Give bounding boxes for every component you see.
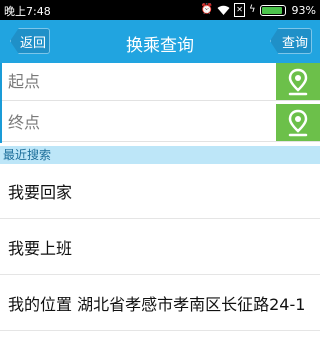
end-location-button[interactable]	[276, 104, 320, 141]
battery-fill	[261, 6, 282, 14]
input-accent-line	[0, 63, 2, 143]
alarm-icon: ⏰	[200, 4, 214, 15]
query-button[interactable]: 查询	[270, 28, 312, 54]
recent-item-work[interactable]: 我要上班	[0, 220, 320, 275]
list-item-label: 我要回家	[8, 183, 73, 202]
recent-item-my-location[interactable]: 我的位置 湖北省孝感市孝南区长征路24-1	[0, 276, 320, 331]
status-time: 晚上7:48	[4, 5, 51, 18]
location-pin-icon	[288, 109, 308, 136]
end-point-row	[0, 104, 320, 142]
end-point-input[interactable]	[0, 104, 272, 141]
start-point-input[interactable]	[0, 63, 272, 100]
status-bar: 晚上7:48 ⏰ ✕ ϟ 93%	[0, 0, 320, 20]
list-item-label: 我要上班	[8, 239, 73, 258]
recent-search-header: 最近搜索	[0, 146, 320, 164]
title-bar: 返回 换乘查询 查询	[0, 20, 320, 63]
battery-percentage: 93%	[291, 3, 316, 17]
status-icons: ⏰ ✕ ϟ 93%	[201, 3, 316, 17]
sim-off-icon: ✕	[234, 3, 245, 17]
charging-icon: ϟ	[248, 4, 256, 15]
battery-icon	[259, 4, 286, 16]
start-point-row	[0, 63, 320, 101]
query-button-label: 查询	[281, 35, 308, 51]
recent-item-home[interactable]: 我要回家	[0, 164, 320, 219]
list-item-label: 我的位置 湖北省孝感市孝南区长征路24-1	[8, 295, 306, 314]
wifi-icon	[217, 5, 230, 15]
location-pin-icon	[288, 68, 308, 95]
start-location-button[interactable]	[276, 63, 320, 100]
